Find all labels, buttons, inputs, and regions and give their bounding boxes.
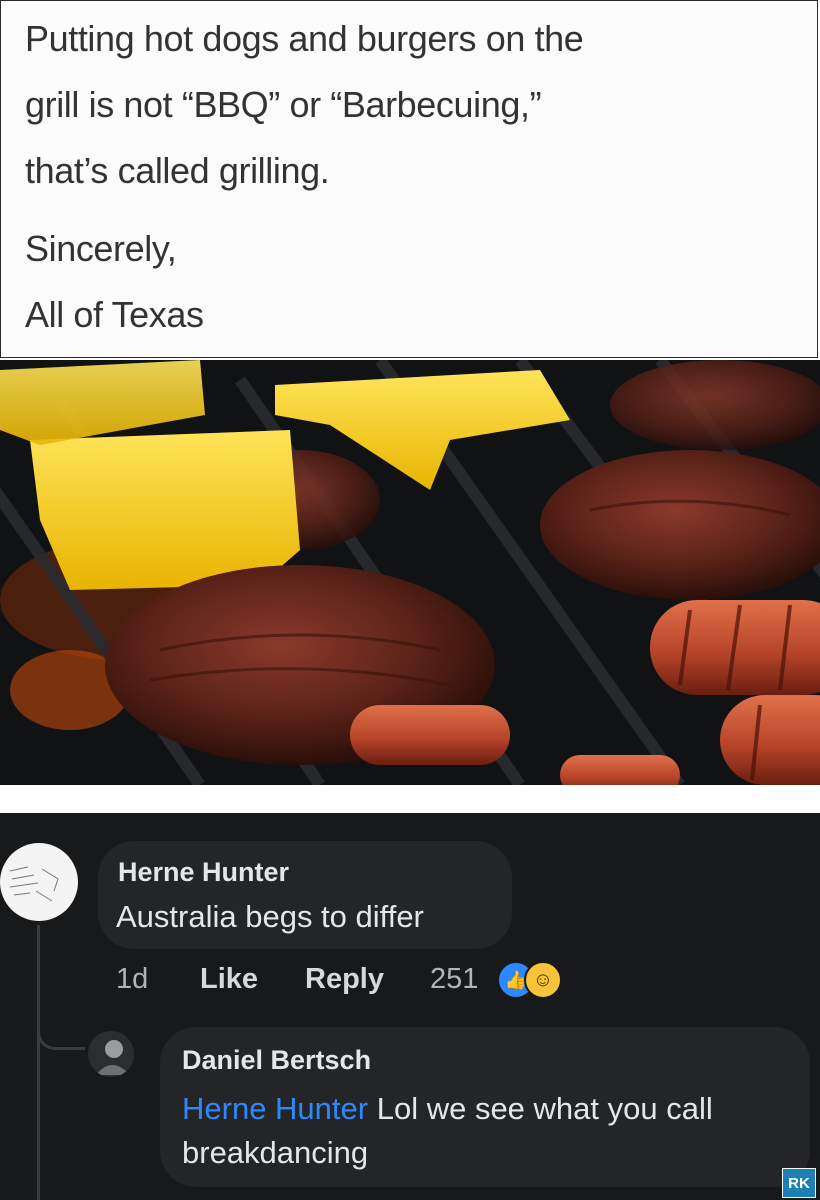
haha-icon: ☺	[524, 961, 562, 999]
reply-button[interactable]: Reply	[305, 963, 384, 996]
comment-text: Australia begs to differ	[116, 899, 424, 934]
watermark-logo: RK	[782, 1168, 816, 1198]
avatar-photo-icon	[96, 1040, 130, 1075]
comment-author[interactable]: Herne Hunter	[118, 857, 289, 888]
comment-section: Herne Hunter Australia begs to differ 1d…	[0, 813, 820, 1200]
grill-photo	[0, 360, 820, 785]
thread-line	[37, 925, 40, 1200]
like-button[interactable]: Like	[200, 963, 258, 996]
tweet-signoff: Sincerely,	[25, 228, 177, 269]
comment-text: Herne Hunter Lol we see what you call br…	[182, 1087, 782, 1175]
avatar[interactable]	[88, 1031, 134, 1077]
reply-connector	[37, 1008, 85, 1050]
separator	[0, 785, 820, 813]
avatar-sketch-icon	[9, 866, 59, 902]
tweet-line: grill is not “BBQ” or “Barbecuing,”	[25, 84, 542, 125]
tweet-line: Putting hot dogs and burgers on the	[25, 18, 584, 59]
tweet-line: that’s called grilling.	[25, 150, 330, 191]
avatar[interactable]	[0, 843, 78, 921]
comment-author[interactable]: Daniel Bertsch	[182, 1045, 371, 1076]
mention-link[interactable]: Herne Hunter	[182, 1091, 368, 1126]
grill-illustration	[0, 360, 820, 785]
reaction-count[interactable]: 251	[430, 963, 478, 996]
tweet-text-card: Putting hot dogs and burgers on the gril…	[0, 0, 818, 358]
comment-timestamp[interactable]: 1d	[116, 963, 148, 996]
tweet-signature: All of Texas	[25, 294, 204, 335]
